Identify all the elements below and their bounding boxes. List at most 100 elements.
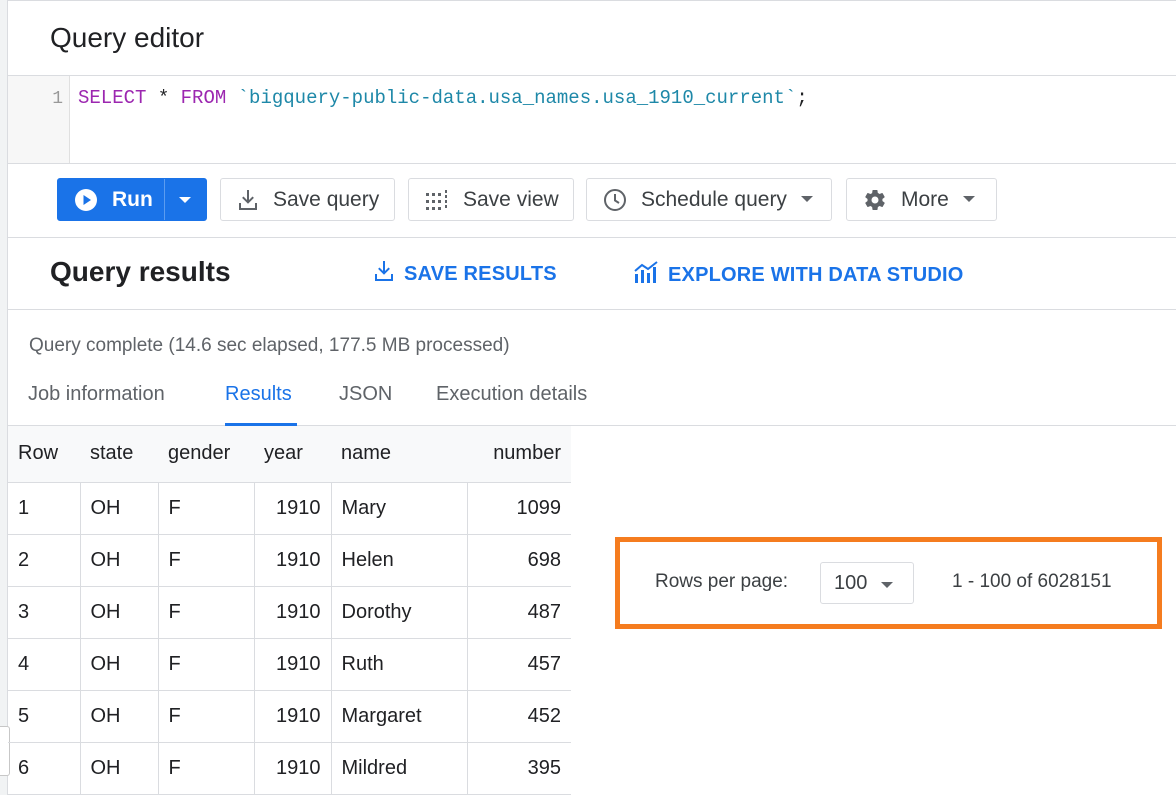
cell-year: 1910 [254,638,332,691]
tab-json[interactable]: JSON [339,383,392,426]
cell-number: 452 [467,690,571,743]
download-icon [237,189,259,211]
cell-state: OH [80,534,159,587]
cell-row: 6 [8,742,81,795]
cell-number: 698 [467,534,571,587]
query-results-title: Query results [50,256,231,287]
table-row: 2 OH F 1910 Helen 698 [8,534,571,587]
cell-state: OH [80,638,159,691]
column-header-name: name [331,426,467,483]
cell-year: 1910 [254,742,332,795]
query-editor-title: Query editor [50,22,205,53]
tab-job-information[interactable]: Job information [28,383,165,426]
cell-number: 457 [467,638,571,691]
tab-execution-details[interactable]: Execution details [436,383,587,426]
tab-label: JSON [339,383,393,405]
cell-gender: F [158,690,255,743]
cell-year: 1910 [254,586,332,639]
cell-name: Margaret [331,690,468,743]
rows-per-page-value: 100 [834,571,868,594]
cell-name: Ruth [331,638,468,691]
more-button[interactable]: More [846,178,997,221]
line-number-gutter: 1 [8,76,70,163]
results-table: Row state gender year name number 1 OH F… [8,426,571,795]
column-header-row: Row [8,426,80,483]
schedule-query-button[interactable]: Schedule query [586,178,832,221]
cell-state: OH [80,690,159,743]
cell-year: 1910 [254,534,332,587]
cell-gender: F [158,638,255,691]
table-row: 3 OH F 1910 Dorothy 487 [8,586,571,639]
play-icon [74,188,98,212]
run-label: Run [112,187,153,211]
tab-label: Execution details [436,383,588,405]
query-toolbar: Run Save query Save view Schedule query … [8,164,1176,238]
chart-icon [633,260,668,290]
cell-name: Mildred [331,742,468,795]
column-header-state: state [80,426,158,483]
chevron-down-icon [962,196,975,203]
explore-data-studio-button[interactable]: EXPLORE WITH DATA STUDIO [633,260,964,290]
cell-number: 395 [467,742,571,795]
more-label: More [901,187,949,211]
sql-keyword-select: SELECT [78,87,147,109]
cell-state: OH [80,586,159,639]
column-header-gender: gender [158,426,254,483]
cell-year: 1910 [254,690,332,743]
table-header-row: Row state gender year name number [8,426,571,483]
tab-label: Results [225,383,292,405]
schedule-query-label: Schedule query [641,187,787,211]
sql-terminator: ; [796,87,808,109]
chevron-down-icon [800,196,813,203]
save-results-button[interactable]: SAVE RESULTS [373,260,557,288]
cell-year: 1910 [254,482,332,535]
pagination-range: 1 - 100 of 6028151 [952,571,1112,592]
left-rail [0,0,8,795]
save-query-label: Save query [273,187,380,211]
cell-gender: F [158,742,255,795]
column-header-year: year [254,426,331,483]
explore-label: EXPLORE WITH DATA STUDIO [668,263,964,286]
table-row: 5 OH F 1910 Margaret 452 [8,690,571,743]
cell-number: 1099 [467,482,571,535]
sql-space [226,87,237,109]
line-number: 1 [52,89,63,109]
column-header-number: number [467,426,571,483]
cell-name: Dorothy [331,586,468,639]
rows-per-page-select[interactable]: 100 [820,562,914,604]
tab-label: Job information [28,383,165,405]
cell-gender: F [158,586,255,639]
sql-star: * [146,87,181,109]
cell-row: 1 [8,482,81,535]
cell-row: 5 [8,690,81,743]
cell-name: Helen [331,534,468,587]
run-options-dropdown[interactable] [165,179,206,220]
save-view-button[interactable]: Save view [408,178,574,221]
sql-editor[interactable]: 1 SELECT * FROM `bigquery-public-data.us… [8,76,1176,164]
sql-code-line[interactable]: SELECT * FROM `bigquery-public-data.usa_… [78,87,808,109]
cell-number: 487 [467,586,571,639]
save-results-label: SAVE RESULTS [404,262,557,285]
chevron-down-icon [178,196,192,204]
cell-gender: F [158,482,255,535]
rows-per-page-label: Rows per page: [655,571,789,592]
run-button[interactable]: Run [57,178,207,221]
table-row: 6 OH F 1910 Mildred 395 [8,742,571,795]
table-row: 1 OH F 1910 Mary 1099 [8,482,571,535]
query-results-header: Query results SAVE RESULTS EXPLORE WITH … [8,238,1176,310]
cell-state: OH [80,482,159,535]
save-query-button[interactable]: Save query [220,178,395,221]
query-status: Query complete (14.6 sec elapsed, 177.5 … [29,335,510,356]
save-view-label: Save view [463,187,559,211]
cell-row: 3 [8,586,81,639]
sql-table-reference: `bigquery-public-data.usa_names.usa_1910… [237,87,797,109]
table-row: 4 OH F 1910 Ruth 457 [8,638,571,691]
download-icon [373,260,404,288]
clock-icon [603,188,627,212]
tab-results[interactable]: Results [225,383,297,426]
query-editor-header: Query editor [8,0,1176,76]
sql-keyword-from: FROM [180,87,227,109]
grid-dots-icon [425,189,449,211]
run-main-button[interactable]: Run [58,179,165,220]
cell-state: OH [80,742,159,795]
